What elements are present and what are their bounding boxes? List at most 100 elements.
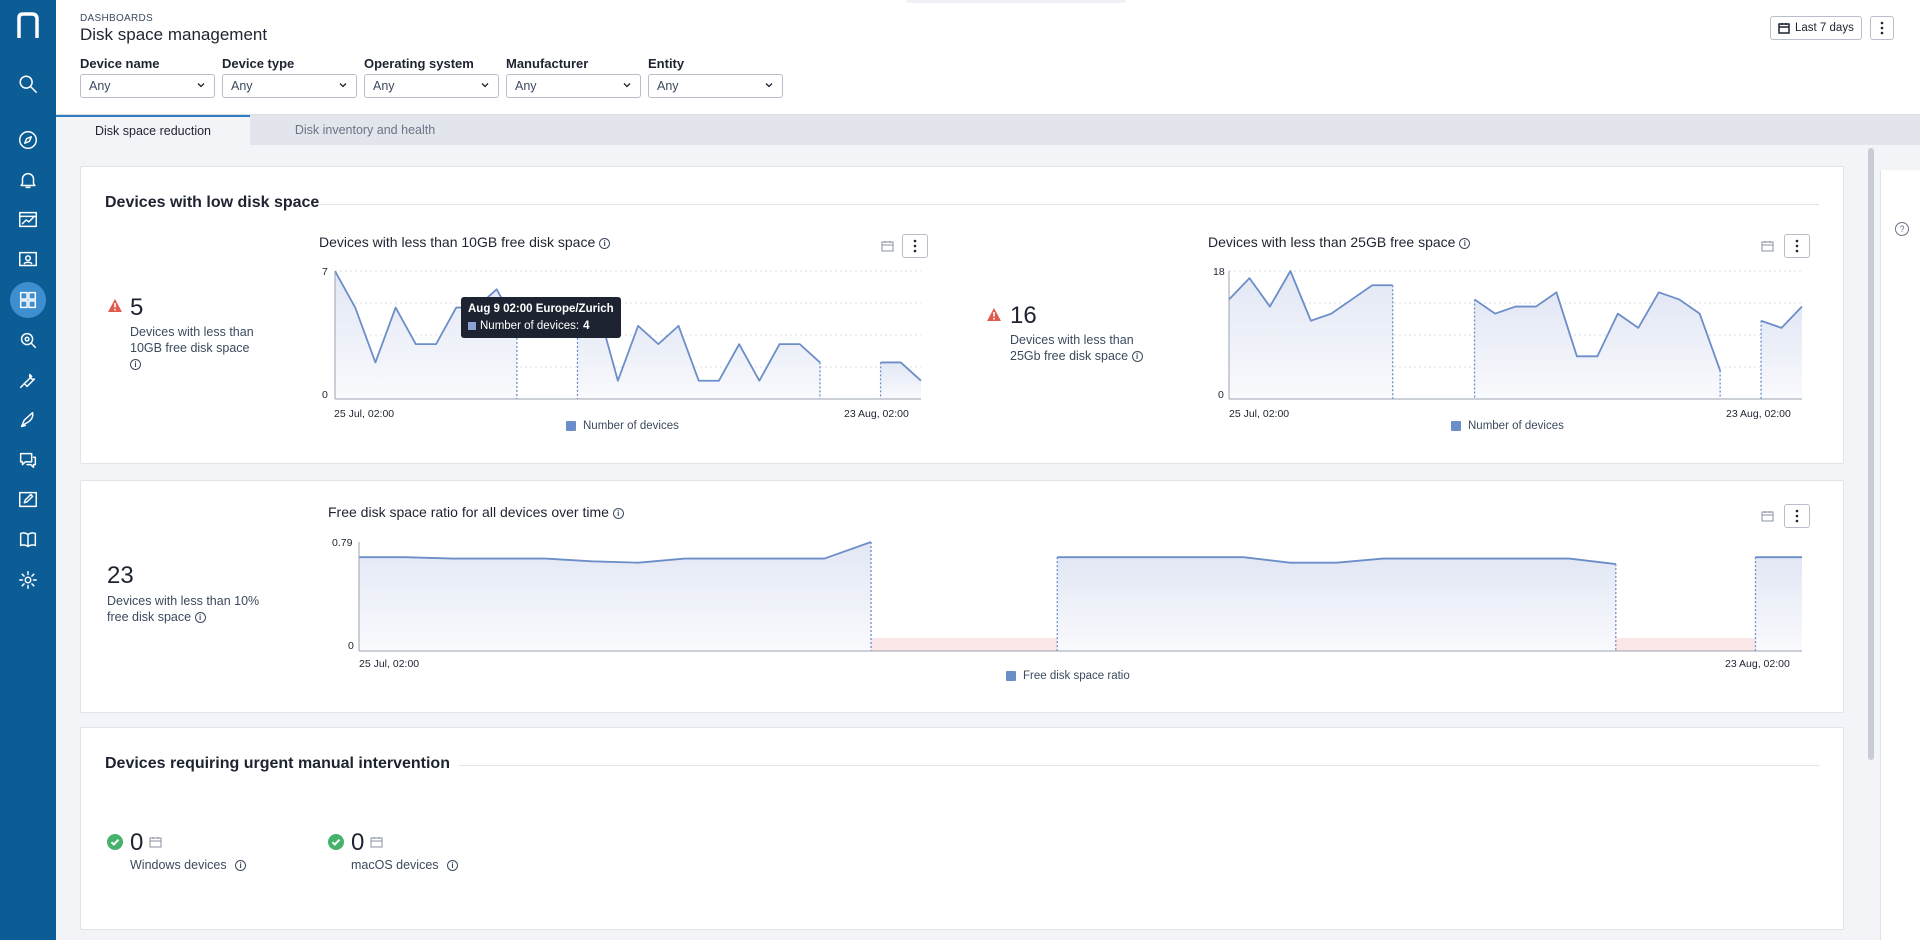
sidebar-explore[interactable] (10, 122, 46, 158)
info-icon[interactable]: i (130, 359, 141, 371)
sidebar-settings[interactable] (10, 562, 46, 598)
warning-icon (987, 308, 1001, 321)
more-vertical-icon (1795, 509, 1799, 523)
x-tick-end: 23 Aug, 02:00 (1726, 408, 1791, 420)
filter-device-type: Device type Any (222, 56, 357, 98)
more-vertical-icon (1880, 21, 1884, 35)
legend-label: Free disk space ratio (1023, 670, 1130, 682)
info-icon[interactable]: i (447, 860, 459, 872)
more-options-button[interactable] (1870, 16, 1894, 40)
sidebar-workflows[interactable] (10, 482, 46, 518)
chart-25gb[interactable] (1228, 270, 1803, 400)
chevron-down-icon (481, 83, 489, 88)
stat-label: Windows devices (130, 858, 227, 872)
sidebar-alerts[interactable] (10, 162, 46, 198)
info-icon[interactable]: i (235, 860, 247, 872)
filter-operating-system: Operating system Any (364, 56, 499, 98)
select-value: Any (373, 79, 395, 93)
help-icon[interactable]: ? (1895, 222, 1909, 236)
legend-label: Number of devices (1468, 420, 1564, 432)
stat-value: 0 (351, 829, 365, 856)
chart-ratio[interactable]: bad (358, 541, 1802, 652)
operating-system-select[interactable]: Any (364, 74, 499, 98)
sidebar-feedback[interactable] (10, 442, 46, 478)
y-tick-max: 18 (1213, 266, 1225, 278)
info-icon[interactable]: i (1131, 351, 1143, 363)
chart-legend[interactable]: Number of devices (1451, 420, 1564, 432)
time-range-label: Last 7 days (1795, 22, 1854, 34)
dashboard-icon (19, 291, 37, 309)
filter-label: Manufacturer (506, 56, 589, 71)
calendar-icon[interactable] (370, 836, 384, 849)
chart-menu-button[interactable] (1784, 504, 1810, 528)
series-area (1755, 557, 1802, 651)
stat-description: Windows devices i (130, 857, 247, 873)
tab-disk-inventory-health[interactable]: Disk inventory and health (250, 115, 480, 145)
chart-legend[interactable]: Free disk space ratio (1006, 670, 1130, 682)
tab-disk-space-reduction[interactable]: Disk space reduction (56, 115, 250, 145)
filter-label: Entity (648, 56, 685, 71)
filter-manufacturer: Manufacturer Any (506, 56, 641, 98)
stat-desc-line: 10GB free disk space (130, 341, 250, 355)
info-icon[interactable]: i (599, 237, 611, 249)
app-logo[interactable] (14, 10, 42, 42)
calendar-icon[interactable] (1761, 510, 1775, 523)
series-area (1229, 271, 1393, 399)
stat-value: 16 (1010, 302, 1037, 329)
chart-legend[interactable]: Number of devices (566, 420, 679, 432)
y-tick-min: 0 (348, 640, 354, 652)
more-vertical-icon (913, 239, 917, 253)
time-range-button[interactable]: Last 7 days (1770, 16, 1862, 40)
sidebar-remote-actions[interactable] (10, 362, 46, 398)
chevron-down-icon (623, 83, 631, 88)
chart-10gb[interactable] (334, 270, 922, 400)
section-title: Devices requiring urgent manual interven… (105, 755, 450, 772)
breadcrumb[interactable]: DASHBOARDS (80, 13, 153, 24)
gear-icon (19, 571, 37, 589)
monitor-chart-icon (19, 211, 37, 228)
device-search-icon (20, 332, 37, 349)
calendar-icon[interactable] (881, 240, 895, 253)
tooltip-swatch (468, 322, 476, 330)
legend-swatch (1006, 671, 1016, 681)
stat-desc-line: Devices with less than 10% (107, 594, 260, 608)
filter-entity: Entity Any (648, 56, 783, 98)
tooltip-title: Aug 9 02:00 Europe/Zurich (468, 303, 614, 315)
device-name-select[interactable]: Any (80, 74, 215, 98)
chart-menu-button[interactable] (902, 234, 928, 258)
sidebar-monitoring[interactable] (10, 202, 46, 238)
manufacturer-select[interactable]: Any (506, 74, 641, 98)
info-icon[interactable]: i (194, 612, 206, 624)
edit-screen-icon (19, 491, 37, 508)
chevron-down-icon (765, 83, 773, 88)
chart-title: Free disk space ratio for all devices ov… (328, 504, 624, 520)
sidebar-dashboards[interactable] (10, 282, 46, 318)
sidebar-search[interactable] (10, 66, 46, 102)
page-title: Disk space management (80, 25, 268, 44)
sidebar-library[interactable] (10, 522, 46, 558)
legend-label: Number of devices (583, 420, 679, 432)
calendar-icon[interactable] (149, 836, 163, 849)
info-icon[interactable]: i (612, 507, 624, 519)
select-value: Any (89, 79, 111, 93)
chevron-down-icon (339, 83, 347, 88)
scrollbar[interactable] (1868, 148, 1874, 760)
chart-title-text: Devices with less than 10GB free disk sp… (319, 234, 596, 250)
stat-description: Devices with less than 10GB free disk sp… (130, 324, 254, 372)
right-panel: ? (1880, 170, 1920, 940)
device-type-select[interactable]: Any (222, 74, 357, 98)
info-icon[interactable]: i (1459, 237, 1471, 249)
book-icon (19, 532, 37, 548)
stat-desc-line: Devices with less than (130, 325, 254, 339)
select-value: Any (657, 79, 679, 93)
sidebar-campaigns[interactable] (10, 402, 46, 438)
entity-select[interactable]: Any (648, 74, 783, 98)
filter-label: Device type (222, 56, 295, 71)
stat-desc-line: Devices with less than (1010, 333, 1134, 347)
calendar-icon[interactable] (1761, 240, 1775, 253)
sidebar (0, 0, 56, 940)
sidebar-devices[interactable] (10, 322, 46, 358)
sidebar-employees[interactable] (10, 242, 46, 278)
chart-title-text: Free disk space ratio for all devices ov… (328, 504, 609, 520)
chart-menu-button[interactable] (1784, 234, 1810, 258)
